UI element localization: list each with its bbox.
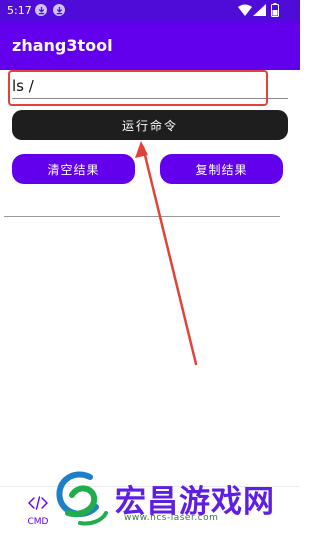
copy-results-button[interactable]: 复制结果 (160, 154, 283, 184)
app-bar: zhang3tool (0, 22, 300, 70)
annotation-highlight-box (8, 70, 268, 106)
watermark-url: www.hcs-laser.com (124, 513, 219, 523)
clear-results-button[interactable]: 清空结果 (12, 154, 135, 184)
result-divider (4, 216, 280, 217)
download-notification-icon (53, 4, 65, 16)
wifi-icon (238, 4, 252, 16)
status-time: 5:17 (7, 4, 32, 17)
app-title: zhang3tool (12, 36, 113, 55)
code-icon (28, 496, 48, 510)
status-bar: 5:17 (0, 0, 300, 22)
battery-icon (271, 3, 279, 17)
signal-icon (253, 4, 266, 16)
watermark-logo-icon (56, 471, 108, 526)
result-output (4, 218, 296, 448)
download-notification-icon (35, 4, 47, 16)
run-command-button[interactable]: 运行命令 (12, 110, 288, 140)
